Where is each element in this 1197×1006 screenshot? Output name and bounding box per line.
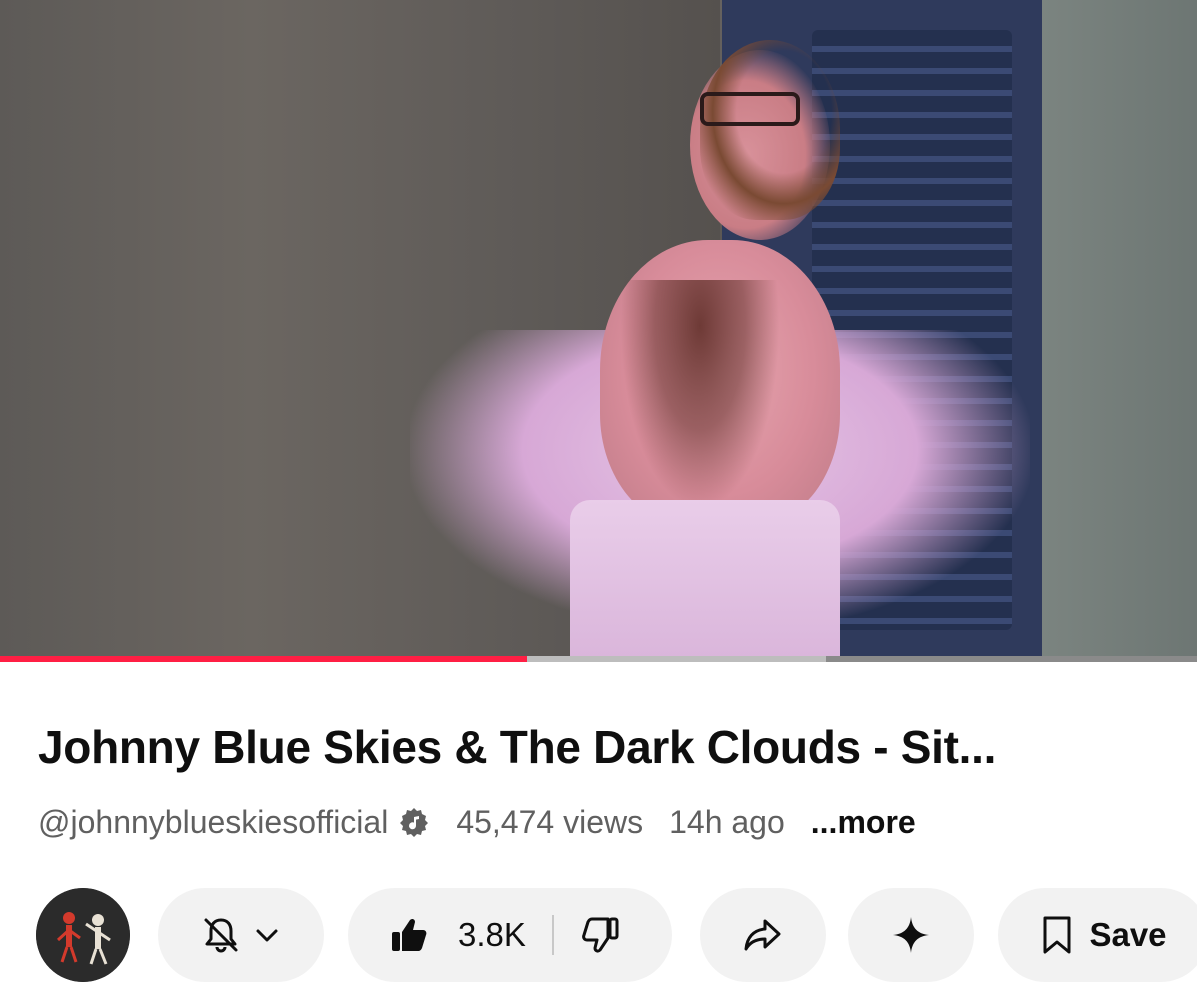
music-note-verified-icon xyxy=(398,806,430,838)
like-divider xyxy=(551,915,554,955)
subscribe-notifications-button[interactable] xyxy=(158,888,324,982)
video-frame-pants xyxy=(570,500,840,662)
channel-avatar[interactable] xyxy=(36,888,130,982)
save-label: Save xyxy=(1089,916,1167,953)
bell-off-icon xyxy=(200,914,242,956)
like-dislike-group: 3.8K xyxy=(348,888,672,982)
action-bar: 3.8K Save xyxy=(36,884,1197,982)
dislike-button[interactable] xyxy=(580,914,622,956)
chevron-down-icon xyxy=(252,920,282,950)
share-button[interactable] xyxy=(700,888,826,982)
channel-handle[interactable]: @johnnyblueskiesofficial xyxy=(38,804,388,841)
view-count: 45,474 views xyxy=(456,803,644,840)
skeleton-duo-avatar xyxy=(36,888,130,982)
bookmark-icon xyxy=(1039,915,1075,955)
video-frame-glasses xyxy=(700,92,800,126)
like-count: 3.8K xyxy=(458,916,526,953)
save-button[interactable]: Save xyxy=(998,888,1197,982)
thumbs-down-icon xyxy=(580,914,622,956)
video-player[interactable] xyxy=(0,0,1197,662)
video-frame-backdrop-right xyxy=(1042,0,1197,662)
video-frame-chest-hair xyxy=(620,280,780,510)
ask-ai-button[interactable] xyxy=(848,888,974,982)
sparkle-icon xyxy=(891,915,931,955)
like-button[interactable]: 3.8K xyxy=(348,914,526,956)
video-frame-wig xyxy=(700,40,840,220)
video-info-panel: Johnny Blue Skies & The Dark Clouds - Si… xyxy=(0,662,1197,1006)
share-arrow-icon xyxy=(741,913,785,957)
more-button[interactable]: ...more xyxy=(811,804,916,841)
thumbs-up-filled-icon xyxy=(388,914,430,956)
video-title[interactable]: Johnny Blue Skies & The Dark Clouds - Si… xyxy=(38,720,1178,774)
upload-age: 14h ago xyxy=(669,803,785,840)
video-meta-row: @johnnyblueskiesofficial 45,474 views 14… xyxy=(38,802,916,842)
